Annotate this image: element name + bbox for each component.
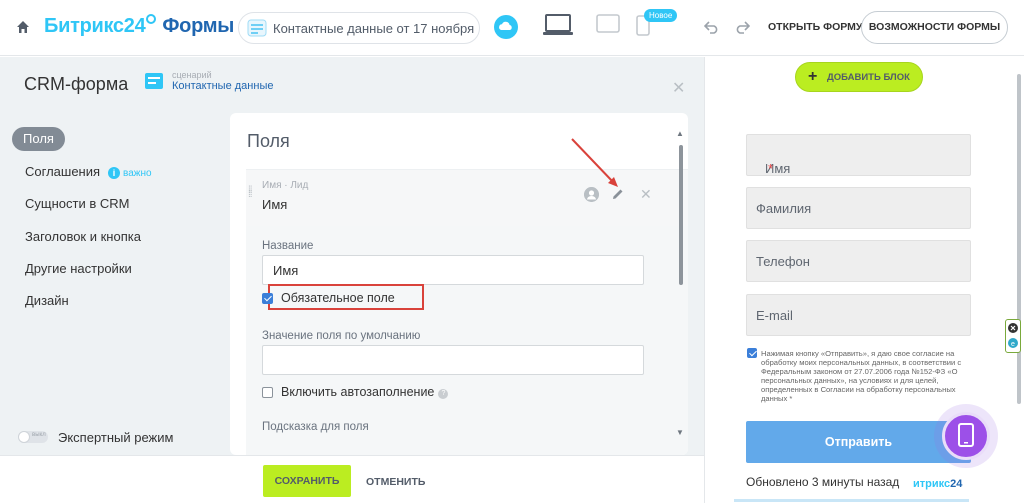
tablet-icon[interactable]	[596, 14, 620, 34]
undo-icon[interactable]	[704, 20, 720, 34]
b24-watermark: итрикс24	[913, 478, 962, 490]
settings-panel: CRM-форма сценарий Контактные данные ✕ П…	[0, 57, 704, 455]
laptop-icon[interactable]	[543, 14, 573, 36]
expert-mode-label: Экспертный режим	[58, 430, 174, 445]
home-icon[interactable]	[16, 20, 30, 34]
required-label: Обязательное поле	[281, 291, 395, 305]
field-name: Имя	[262, 197, 288, 212]
toggle-state: выкл	[32, 432, 46, 438]
preview-email-field[interactable]: E-mail	[746, 294, 971, 336]
preview-phone-field[interactable]: Телефон	[746, 240, 971, 282]
phone-fab-button[interactable]	[934, 404, 998, 468]
cancel-button[interactable]: ОТМЕНИТЬ	[366, 476, 425, 488]
important-badge: важно	[123, 168, 152, 179]
autofill-label: Включить автозаполнение	[281, 385, 435, 399]
cloud-icon[interactable]	[494, 15, 518, 39]
scroll-down-icon[interactable]: ▼	[676, 428, 684, 437]
scenario-link[interactable]: Контактные данные	[172, 80, 273, 92]
save-button[interactable]: СОХРАНИТЬ	[263, 465, 351, 497]
preview-email-placeholder: E-mail	[756, 308, 793, 323]
autofill-checkbox[interactable]	[262, 387, 273, 398]
add-block-button[interactable]: + ДОБАВИТЬ БЛОК	[795, 62, 923, 92]
scenario-icon	[145, 73, 163, 89]
required-checkbox[interactable]	[262, 293, 273, 304]
add-block-label: ДОБАВИТЬ БЛОК	[827, 72, 910, 83]
default-value-input[interactable]	[262, 345, 644, 375]
default-value-label: Значение поля по умолчанию	[262, 330, 421, 342]
hint-label: Подсказка для поля	[262, 421, 369, 433]
preview-scrollbar[interactable]	[1016, 66, 1022, 406]
form-icon	[247, 19, 267, 37]
form-features-button[interactable]: ВОЗМОЖНОСТИ ФОРМЫ	[861, 11, 1008, 44]
scenario-label: сценарий	[172, 70, 212, 80]
autofill-row: Включить автозаполнение?	[281, 385, 449, 399]
consent-checkbox[interactable]	[747, 348, 757, 358]
new-badge: Новое	[644, 9, 678, 22]
toggle-knob	[18, 431, 30, 443]
plus-icon: +	[808, 68, 818, 85]
remove-field-icon[interactable]: ✕	[640, 186, 652, 203]
close-icon[interactable]: ✕	[672, 78, 685, 98]
nav-item-design[interactable]: Дизайн	[25, 293, 69, 308]
name-label: Название	[262, 240, 314, 252]
brand-product: Формы	[162, 15, 235, 37]
consent-text: Нажимая кнопку «Отправить», я даю свое с…	[761, 349, 962, 403]
annotation-arrow	[571, 138, 618, 187]
nav-item-header-button[interactable]: Заголовок и кнопка	[25, 229, 141, 244]
preview-surname-field[interactable]: Фамилия	[746, 187, 971, 229]
brand-logo: Битрикс24 Формы	[44, 14, 235, 38]
drag-handle-icon[interactable]: ⁞⁞ ⁞⁞	[248, 186, 252, 200]
nav-item-fields[interactable]: Поля	[12, 127, 65, 151]
form-name-text: Контактные данные от 17 ноября	[273, 21, 475, 36]
redo-icon[interactable]	[734, 20, 750, 34]
required-mark: *	[768, 161, 774, 176]
nav-item-label: Соглашения	[25, 164, 101, 179]
bottom-bar: СОХРАНИТЬ ОТМЕНИТЬ	[0, 455, 704, 503]
b24-watermark-number: 24	[950, 478, 963, 490]
clock-icon	[146, 14, 157, 24]
card-scrollbar-thumb[interactable]	[679, 145, 683, 285]
name-input[interactable]: Имя	[262, 255, 644, 285]
scroll-up-icon[interactable]: ▲	[676, 129, 684, 138]
preview-name-field[interactable]: Имя *	[746, 134, 971, 176]
fields-card-title: Поля	[247, 131, 290, 151]
info-icon: i	[108, 167, 121, 179]
preview-phone-placeholder: Телефон	[756, 254, 810, 269]
top-bar: Битрикс24 Формы Контактные данные от 17 н…	[0, 0, 1024, 56]
help-icon[interactable]: ?	[438, 389, 449, 399]
form-name-pill[interactable]: Контактные данные от 17 ноября	[238, 12, 480, 44]
name-input-value: Имя	[273, 263, 299, 278]
b24-watermark-text: итрикс	[913, 478, 951, 490]
side-widget[interactable]: e	[1005, 319, 1021, 353]
panel-title: CRM-форма	[24, 74, 129, 94]
preview-scrollbar-thumb[interactable]	[1017, 74, 1021, 404]
field-settings: Название Имя Обязательное поле Значение …	[246, 226, 688, 455]
svg-text:e: e	[1011, 341, 1015, 348]
phone-fab-icon	[958, 423, 974, 447]
preview-surname-placeholder: Фамилия	[756, 201, 812, 216]
preview-bottom-line	[734, 499, 969, 502]
nav-item-other-settings[interactable]: Другие настройки	[25, 261, 132, 276]
brand-name: Битрикс24	[44, 15, 146, 37]
nav-item-agreements[interactable]: Соглашения i важно	[25, 164, 152, 179]
side-widget-icons: e	[1008, 323, 1018, 348]
updated-status: Обновлено 3 минуты назад	[746, 475, 900, 489]
phone-fab-inner	[942, 412, 990, 460]
open-form-link[interactable]: ОТКРЫТЬ ФОРМУ	[768, 21, 862, 33]
field-type: Имя · Лид	[262, 180, 309, 191]
expert-mode-toggle[interactable]: выкл	[18, 431, 48, 443]
nav-item-crm-entities[interactable]: Сущности в CRM	[25, 196, 129, 211]
